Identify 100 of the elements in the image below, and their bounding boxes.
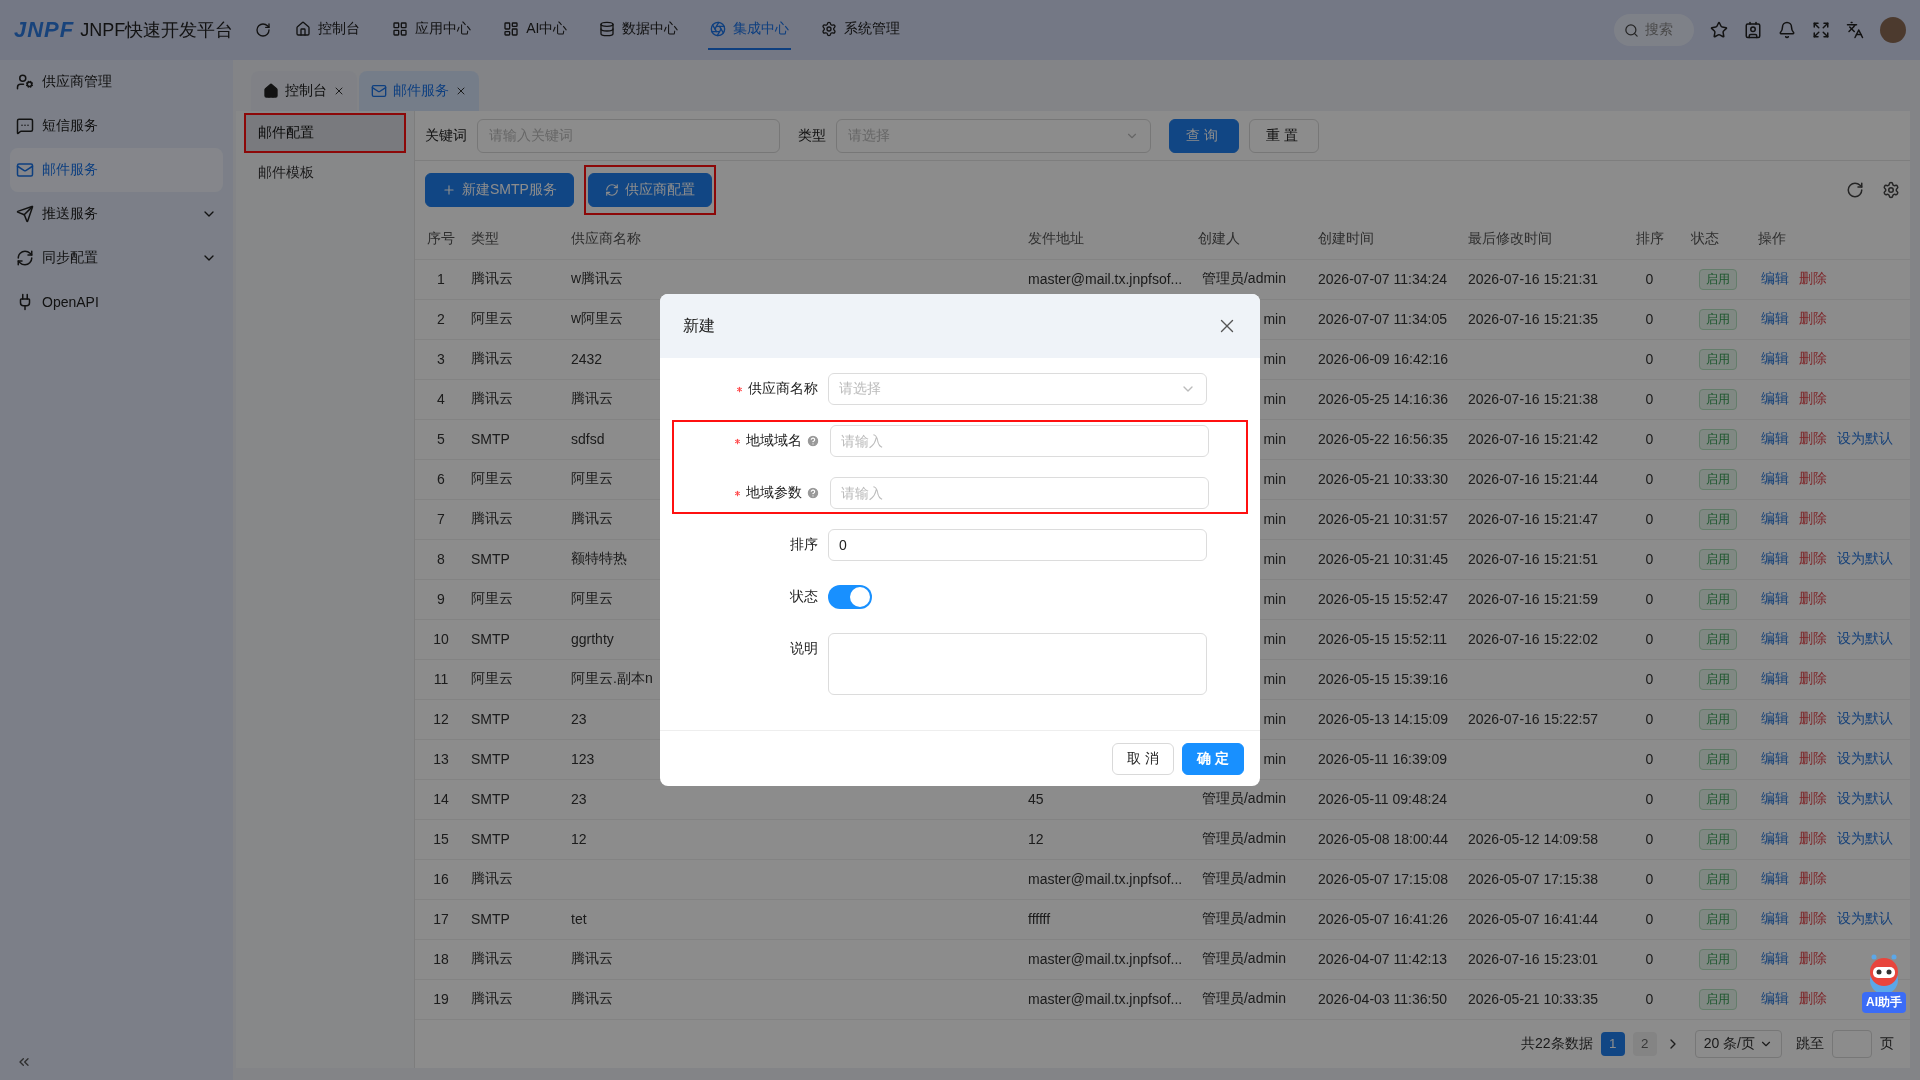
select-field[interactable]: 请选择	[828, 373, 1207, 405]
action-link[interactable]: 删除	[1799, 670, 1827, 689]
action-link[interactable]: 编辑	[1761, 390, 1789, 409]
avatar[interactable]	[1880, 17, 1906, 43]
action-link[interactable]: 删除	[1799, 950, 1827, 969]
action-link[interactable]: 删除	[1799, 790, 1827, 809]
table-cell: 123	[571, 751, 595, 768]
page-button[interactable]: 1	[1600, 1031, 1625, 1056]
refresh-icon[interactable]	[255, 22, 272, 38]
action-link[interactable]: 设为默认	[1837, 750, 1893, 769]
sidebar-item[interactable]: 邮件服务	[10, 148, 223, 192]
fullscreen-icon[interactable]	[1812, 21, 1830, 39]
action-link[interactable]: 设为默认	[1837, 790, 1893, 809]
assistant-button[interactable]: AI助手	[1862, 992, 1906, 1013]
sidebar-item[interactable]: 供应商管理	[10, 60, 223, 104]
search-field[interactable]: 搜索	[1614, 14, 1694, 46]
action-link[interactable]: 设为默认	[1837, 830, 1893, 849]
action-link[interactable]: 删除	[1799, 590, 1827, 609]
table-cell: 6	[437, 471, 445, 488]
confirm-button[interactable]: 确 定	[1182, 742, 1244, 775]
field-label: 说明	[790, 640, 818, 658]
reset-button[interactable]: 重置	[1249, 118, 1319, 153]
action-link[interactable]: 删除	[1799, 310, 1827, 329]
action-link[interactable]: 删除	[1799, 430, 1827, 449]
textarea-field[interactable]	[828, 633, 1207, 695]
sidebar-item[interactable]: 同步配置	[10, 236, 223, 280]
action-link[interactable]: 编辑	[1761, 350, 1789, 369]
nav-tab[interactable]: 数据中心	[597, 10, 681, 50]
action-link[interactable]: 编辑	[1761, 310, 1789, 329]
settings-icon[interactable]	[1882, 181, 1900, 200]
nav-tab[interactable]: 集成中心	[708, 10, 792, 50]
table-cell: 2026-05-13 14:15:09	[1318, 711, 1448, 728]
cancel-button[interactable]: 取 消	[1112, 742, 1175, 775]
action-link[interactable]: 删除	[1799, 510, 1827, 529]
help-icon[interactable]	[806, 434, 820, 448]
submenu-item[interactable]: 邮件配置	[244, 113, 406, 153]
action-link[interactable]: 编辑	[1761, 750, 1789, 769]
action-link[interactable]: 编辑	[1761, 790, 1789, 809]
refresh-icon[interactable]	[1846, 181, 1864, 200]
page-size-select[interactable]: 20 条/页	[1694, 1029, 1782, 1058]
action-link[interactable]: 编辑	[1761, 550, 1789, 569]
input-field[interactable]: 请输入	[830, 477, 1209, 509]
action-link[interactable]: 设为默认	[1837, 430, 1893, 449]
action-link[interactable]: 删除	[1799, 710, 1827, 729]
column-header: 创建人	[1194, 219, 1314, 260]
action-link[interactable]: 删除	[1799, 990, 1827, 1009]
action-link[interactable]: 编辑	[1761, 430, 1789, 449]
id-card-icon[interactable]	[1744, 21, 1762, 39]
action-link[interactable]: 删除	[1799, 350, 1827, 369]
toggle-switch[interactable]	[828, 585, 872, 609]
action-link[interactable]: 编辑	[1761, 510, 1789, 529]
action-link[interactable]: 删除	[1799, 750, 1827, 769]
nav-tab[interactable]: 控制台	[293, 10, 363, 50]
action-link[interactable]: 编辑	[1761, 910, 1789, 929]
sidebar-item[interactable]: 推送服务	[10, 192, 223, 236]
action-link[interactable]: 删除	[1799, 870, 1827, 889]
sidebar-item[interactable]: 短信服务	[10, 104, 223, 148]
table-cell: 阿里云	[471, 470, 513, 489]
action-link[interactable]: 编辑	[1761, 950, 1789, 969]
star-icon[interactable]	[1710, 21, 1728, 39]
input-field[interactable]: 0	[828, 529, 1207, 561]
action-link[interactable]: 编辑	[1761, 830, 1789, 849]
action-link[interactable]: 删除	[1799, 470, 1827, 489]
nav-tab[interactable]: 系统管理	[819, 10, 903, 50]
action-link[interactable]: 删除	[1799, 550, 1827, 569]
table-cell: 腾讯云	[571, 990, 613, 1009]
action-link[interactable]: 编辑	[1761, 870, 1789, 889]
translate-icon[interactable]	[1846, 21, 1864, 39]
action-link[interactable]: 删除	[1799, 390, 1827, 409]
action-link[interactable]: 设为默认	[1837, 710, 1893, 729]
close-icon[interactable]	[455, 85, 467, 97]
sidebar-item[interactable]: OpenAPI	[10, 280, 223, 324]
action-link[interactable]: 删除	[1799, 910, 1827, 929]
search-button[interactable]: 查询	[1169, 118, 1239, 153]
action-link[interactable]: 设为默认	[1837, 630, 1893, 649]
action-link[interactable]: 编辑	[1761, 670, 1789, 689]
action-link[interactable]: 编辑	[1761, 270, 1789, 289]
table-cell: 管理员/admin	[1201, 870, 1286, 889]
page-tab[interactable]: 邮件服务	[359, 71, 479, 111]
close-icon[interactable]	[333, 85, 345, 97]
toolbar-button[interactable]: 新建SMTP服务	[425, 173, 574, 208]
bell-icon[interactable]	[1778, 21, 1796, 39]
mail-icon	[16, 161, 34, 179]
nav-tab[interactable]: 应用中心	[390, 10, 474, 50]
action-link[interactable]: 删除	[1799, 270, 1827, 289]
action-link[interactable]: 编辑	[1761, 990, 1789, 1009]
toolbar-button[interactable]: 供应商配置	[587, 173, 712, 208]
action-link[interactable]: 删除	[1799, 630, 1827, 649]
action-link[interactable]: 编辑	[1761, 630, 1789, 649]
input-field[interactable]: 请输入	[830, 425, 1209, 457]
action-link[interactable]: 设为默认	[1837, 910, 1893, 929]
action-link[interactable]: 删除	[1799, 830, 1827, 849]
action-link[interactable]: 编辑	[1761, 590, 1789, 609]
action-link[interactable]: 编辑	[1761, 470, 1789, 489]
status-tag: 启用	[1699, 708, 1737, 730]
action-link[interactable]: 设为默认	[1837, 550, 1893, 569]
action-link[interactable]: 编辑	[1761, 710, 1789, 729]
nav-tab[interactable]: AI中心	[501, 10, 570, 50]
page-button[interactable]: 2	[1632, 1031, 1657, 1056]
help-icon[interactable]	[806, 486, 820, 500]
